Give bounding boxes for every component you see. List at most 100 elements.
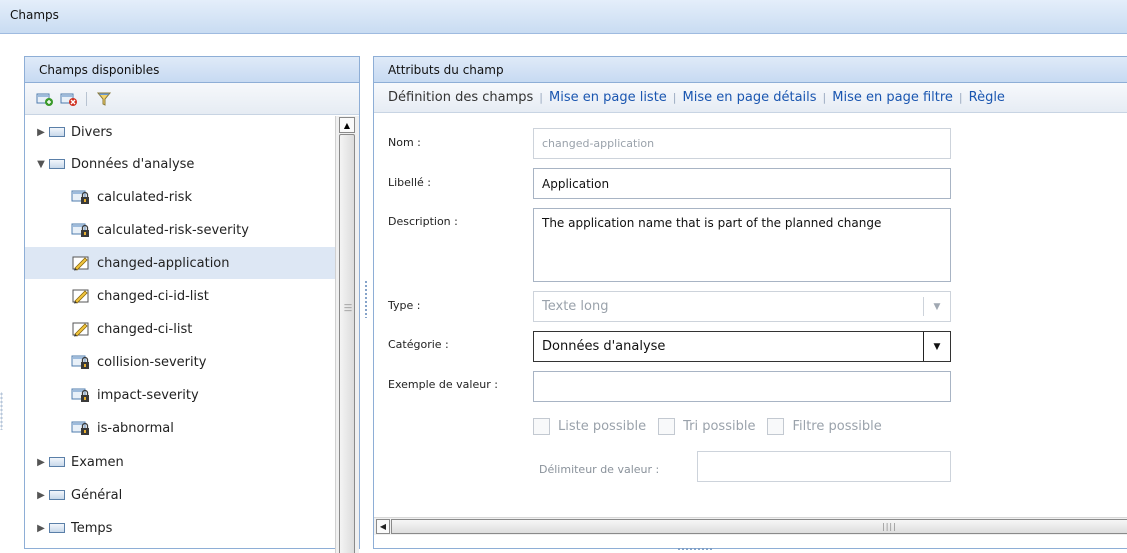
tree-folder-donnees-analyse[interactable]: ▼ Données d'analyse — [25, 148, 343, 180]
filter-icon[interactable] — [94, 90, 114, 108]
tree-item-is-abnormal[interactable]: is-abnormal — [25, 412, 343, 444]
right-panel-title: Attributs du champ — [388, 63, 504, 77]
list-possible-checkbox — [533, 417, 550, 435]
sort-possible-checkbox — [658, 417, 676, 435]
folder-icon — [49, 127, 65, 137]
filter-possible-checkbox — [767, 417, 785, 435]
locked-field-icon — [71, 354, 91, 370]
name-field: changed-application — [533, 128, 951, 159]
type-value: Texte long — [542, 299, 609, 314]
left-resize-grip[interactable] — [0, 392, 3, 430]
tab-separator: | — [822, 91, 827, 104]
category-value: Données d'analyse — [542, 339, 666, 354]
delimiter-input — [697, 451, 951, 482]
scroll-grip-icon: |||| — [882, 522, 897, 531]
tree-item-changed-application[interactable]: changed-application — [25, 247, 343, 279]
field-attributes-panel: Définition des champs | Mise en page lis… — [373, 83, 1127, 549]
folder-icon — [49, 457, 65, 467]
right-panel-header: Attributs du champ — [373, 56, 1127, 83]
left-panel-title: Champs disponibles — [39, 63, 160, 77]
tree-item-calculated-risk[interactable]: calculated-risk — [25, 181, 343, 213]
filter-possible-label: Filtre possible — [792, 418, 882, 434]
tree-item-label: impact-severity — [97, 387, 199, 403]
category-label: Catégorie : — [388, 338, 449, 351]
tree-item-label: Temps — [71, 520, 113, 536]
add-field-icon[interactable] — [35, 90, 55, 108]
tree-folder-general[interactable]: ▶ Général — [25, 479, 343, 511]
description-value: The application name that is part of the… — [542, 216, 882, 230]
name-label: Nom : — [388, 136, 421, 149]
tree-item-label: calculated-risk — [97, 189, 192, 205]
tree-folder-divers[interactable]: ▶ Divers — [25, 116, 343, 148]
tree-item-changed-ci-id-list[interactable]: changed-ci-id-list — [25, 280, 343, 312]
tree-vertical-scrollbar[interactable]: ▲ ——— ▼ — [335, 116, 359, 553]
window-title: Champs — [10, 8, 59, 22]
left-panel-header: Champs disponibles — [24, 56, 360, 83]
locked-field-icon — [71, 189, 91, 205]
form-horizontal-scrollbar[interactable]: ◀ |||| — [374, 517, 1127, 535]
expand-arrow-icon[interactable]: ▶ — [35, 457, 47, 468]
tab-separator: | — [672, 91, 677, 104]
folder-icon — [49, 159, 65, 169]
chevron-down-icon[interactable]: ▼ — [923, 332, 950, 361]
edit-field-icon — [71, 321, 91, 337]
tree-item-label: changed-ci-id-list — [97, 288, 209, 304]
expand-arrow-icon[interactable]: ▶ — [35, 523, 47, 534]
tree-item-label: changed-ci-list — [97, 321, 193, 337]
libelle-label: Libellé : — [388, 176, 432, 189]
tab-list-layout[interactable]: Mise en page liste — [549, 90, 667, 105]
tab-field-definition[interactable]: Définition des champs — [388, 90, 533, 105]
scroll-thumb[interactable]: |||| — [391, 519, 1127, 534]
tab-filter-layout[interactable]: Mise en page filtre — [832, 90, 953, 105]
example-value-input[interactable] — [533, 371, 951, 402]
chevron-down-icon: ▼ — [923, 297, 950, 316]
example-value-label: Exemple de valeur : — [388, 378, 498, 391]
collapse-arrow-icon[interactable]: ▼ — [35, 159, 47, 170]
tab-separator: | — [958, 91, 963, 104]
tree-item-label: Divers — [71, 124, 113, 140]
delete-field-icon[interactable] — [59, 90, 79, 108]
tab-details-layout[interactable]: Mise en page détails — [683, 90, 817, 105]
folder-icon — [49, 523, 65, 533]
expand-arrow-icon[interactable]: ▶ — [35, 490, 47, 501]
fields-tree: ▶ Divers ▼ Données d'analyse calculated-… — [25, 116, 343, 553]
edit-field-icon — [71, 255, 91, 271]
delimiter-label: Délimiteur de valeur : — [539, 463, 660, 476]
libelle-value: Application — [542, 176, 610, 191]
category-select[interactable]: Données d'analyse ▼ — [533, 331, 951, 362]
tree-item-calculated-risk-severity[interactable]: calculated-risk-severity — [25, 214, 343, 246]
available-fields-panel: ▶ Divers ▼ Données d'analyse calculated-… — [24, 83, 360, 553]
list-possible-label: Liste possible — [558, 418, 647, 434]
name-value: changed-application — [542, 137, 655, 150]
panel-splitter-handle[interactable] — [364, 280, 368, 318]
libelle-input[interactable]: Application — [533, 168, 951, 199]
description-textarea[interactable]: The application name that is part of the… — [533, 208, 951, 282]
tab-separator: | — [539, 91, 543, 104]
scroll-up-icon[interactable]: ▲ — [339, 117, 355, 133]
tree-item-label: Examen — [71, 454, 124, 470]
tree-item-changed-ci-list[interactable]: changed-ci-list — [25, 313, 343, 345]
type-select: Texte long ▼ — [533, 291, 951, 322]
tree-item-impact-severity[interactable]: impact-severity — [25, 379, 343, 411]
tree-folder-temps[interactable]: ▶ Temps — [25, 512, 343, 544]
scroll-grip-icon: — — — — [344, 300, 352, 315]
scroll-left-icon[interactable]: ◀ — [376, 519, 390, 534]
fields-toolbar — [25, 83, 359, 115]
locked-field-icon — [71, 420, 91, 436]
locked-field-icon — [71, 387, 91, 403]
edit-field-icon — [71, 288, 91, 304]
tree-item-label: Données d'analyse — [71, 156, 195, 172]
toolbar-separator — [86, 91, 87, 106]
tree-item-label: changed-application — [97, 255, 230, 271]
tab-rules[interactable]: Règle — [969, 90, 1005, 105]
bottom-resize-grip[interactable] — [677, 547, 713, 551]
attribute-tabs: Définition des champs | Mise en page lis… — [374, 83, 1127, 113]
tree-item-label: calculated-risk-severity — [97, 222, 249, 238]
expand-arrow-icon[interactable]: ▶ — [35, 127, 47, 138]
tree-item-collision-severity[interactable]: collision-severity — [25, 346, 343, 378]
scroll-thumb[interactable]: — — — — [339, 134, 355, 553]
tree-folder-examen[interactable]: ▶ Examen — [25, 446, 343, 478]
locked-field-icon — [71, 222, 91, 238]
sort-possible-label: Tri possible — [683, 418, 756, 434]
tree-item-label: collision-severity — [97, 354, 207, 370]
